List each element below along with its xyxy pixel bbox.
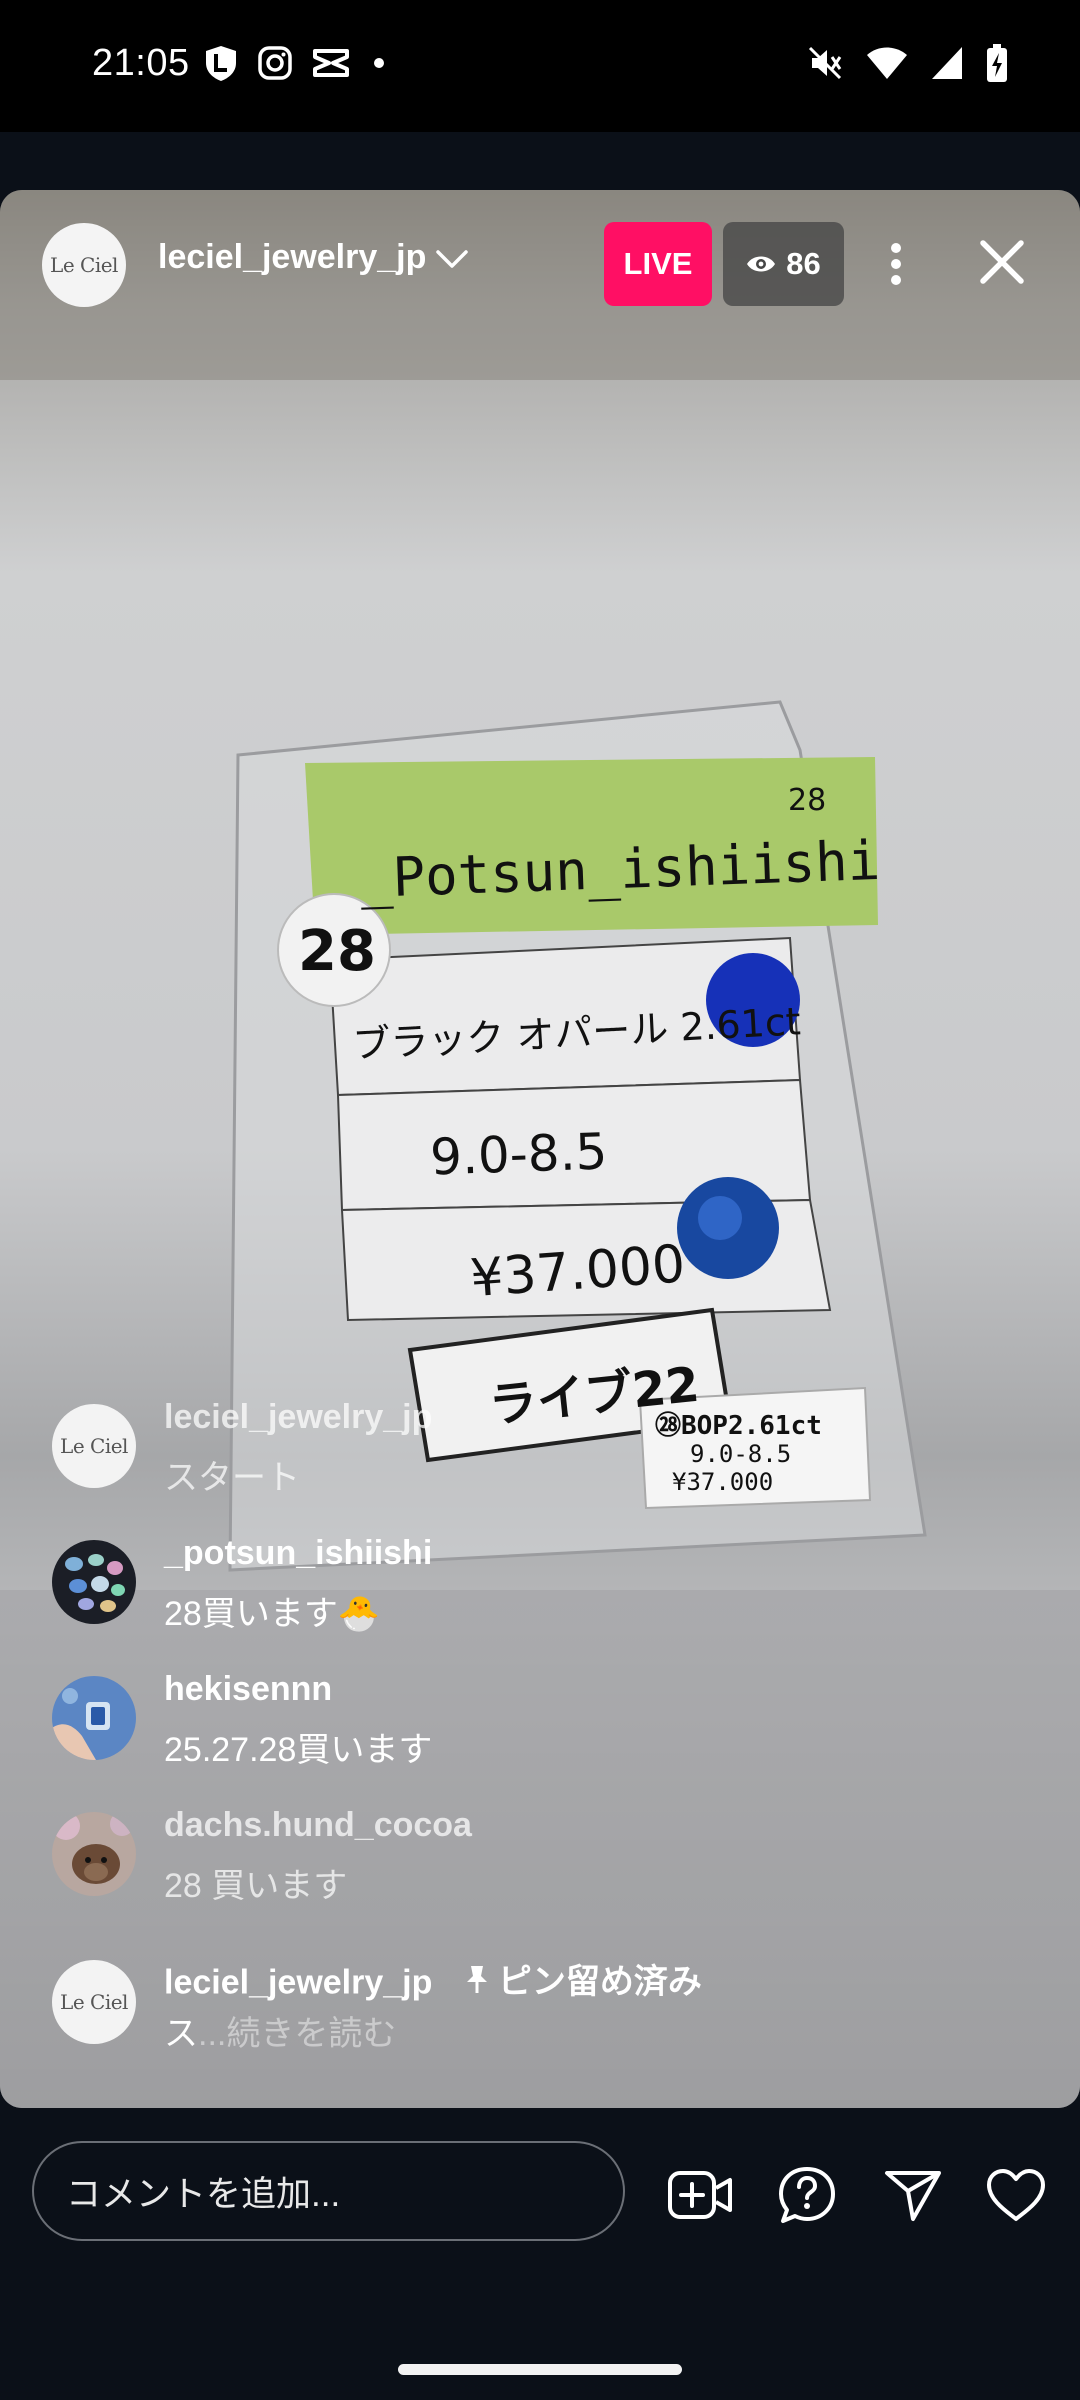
svg-text:㉘BOP2.61ct: ㉘BOP2.61ct xyxy=(655,1410,822,1441)
video-bottom-shade xyxy=(0,1590,1080,2108)
comment-text: 25.27.28買います xyxy=(164,1731,433,1769)
send-button[interactable] xyxy=(880,2164,946,2226)
add-video-guest-icon xyxy=(668,2171,732,2219)
comment-text: 28 買います xyxy=(164,1867,348,1905)
close-button[interactable] xyxy=(972,232,1032,292)
instagram-icon xyxy=(258,46,292,80)
comment-avatar[interactable]: Le Ciel xyxy=(52,1404,136,1488)
pinned-label-text: ピン留め済み xyxy=(497,1963,702,2001)
comment-input[interactable]: コメントを追加... xyxy=(32,2141,625,2241)
dog-avatar-image xyxy=(52,1812,136,1896)
svg-text:9.0-8.5: 9.0-8.5 xyxy=(690,1440,791,1468)
comment-username[interactable]: dachs.hund_cocoa xyxy=(164,1806,472,1845)
eye-icon xyxy=(747,256,776,272)
comment-username[interactable]: _potsun_ishiishi xyxy=(164,1534,432,1573)
battery-charging-icon xyxy=(987,44,1007,82)
pin-icon xyxy=(466,1965,487,1993)
svg-text:¥37.000: ¥37.000 xyxy=(672,1468,773,1496)
comment-username[interactable]: leciel_jewelry_jp xyxy=(164,1964,432,2002)
live-badge: LIVE xyxy=(604,222,712,306)
comment-avatar-logo: Le Ciel xyxy=(60,1990,128,2014)
status-right-icons xyxy=(806,44,1008,82)
svg-text:9.0-8.5: 9.0-8.5 xyxy=(429,1122,608,1186)
signal-icon xyxy=(932,47,962,79)
send-icon xyxy=(885,2171,941,2221)
pinned-comment-text-row: ス...続きを読む xyxy=(164,2006,396,2055)
viewer-count: 86 xyxy=(786,246,821,281)
comment-avatar[interactable] xyxy=(52,1540,136,1624)
more-vertical-icon xyxy=(891,243,901,285)
host-username[interactable]: leciel_jewelry_jp xyxy=(158,238,426,277)
status-bar: 21:05 xyxy=(0,0,1080,132)
status-left-icons xyxy=(203,44,389,82)
comment-text: スタート xyxy=(164,1459,300,1497)
chevron-down-icon[interactable] xyxy=(435,248,469,270)
comment-avatar[interactable] xyxy=(52,1676,136,1760)
read-more-link[interactable]: ...続きを読む xyxy=(198,2015,396,2053)
hand-avatar-image xyxy=(52,1676,136,1760)
comment-text: 28買います🐣 xyxy=(164,1595,381,1633)
pinned-comment-header: leciel_jewelry_jp ピン留め済み xyxy=(164,1954,702,2003)
home-indicator[interactable] xyxy=(398,2364,682,2375)
more-options-button[interactable] xyxy=(876,236,916,292)
like-button[interactable] xyxy=(983,2164,1049,2226)
question-icon xyxy=(779,2167,835,2223)
pinned-label: ピン留め済み xyxy=(464,1954,702,2003)
question-button[interactable] xyxy=(774,2164,840,2226)
heart-icon xyxy=(987,2169,1045,2221)
status-time: 21:05 xyxy=(92,42,190,84)
comment-input-placeholder: コメントを追加... xyxy=(66,2174,341,2214)
mute-icon xyxy=(808,46,842,80)
stones-avatar-image xyxy=(52,1540,136,1624)
add-video-guest-button[interactable] xyxy=(667,2164,733,2226)
svg-text:28: 28 xyxy=(788,783,826,818)
svg-text:28: 28 xyxy=(298,919,376,984)
comment-username[interactable]: hekisennn xyxy=(164,1670,332,1709)
comment-avatar-logo: Le Ciel xyxy=(60,1434,128,1458)
close-icon xyxy=(980,240,1024,284)
viewer-count-badge[interactable]: 86 xyxy=(723,222,844,306)
comment-avatar[interactable]: Le Ciel xyxy=(52,1960,136,2044)
dot-icon xyxy=(374,58,384,68)
capcut-icon xyxy=(313,49,349,77)
host-avatar-logo: Le Ciel xyxy=(50,253,118,277)
comment-username[interactable]: leciel_jewelry_jp xyxy=(164,1398,432,1437)
live-video[interactable]: _Potsun_ishiishi 28 28 ブラック オパール 2.61ct … xyxy=(0,190,1080,2108)
comment-avatar[interactable] xyxy=(52,1812,136,1896)
lock-l-icon xyxy=(206,46,236,81)
comment-text: ス xyxy=(164,2015,198,2053)
host-avatar[interactable]: Le Ciel xyxy=(42,223,126,307)
wifi-icon xyxy=(867,47,907,79)
